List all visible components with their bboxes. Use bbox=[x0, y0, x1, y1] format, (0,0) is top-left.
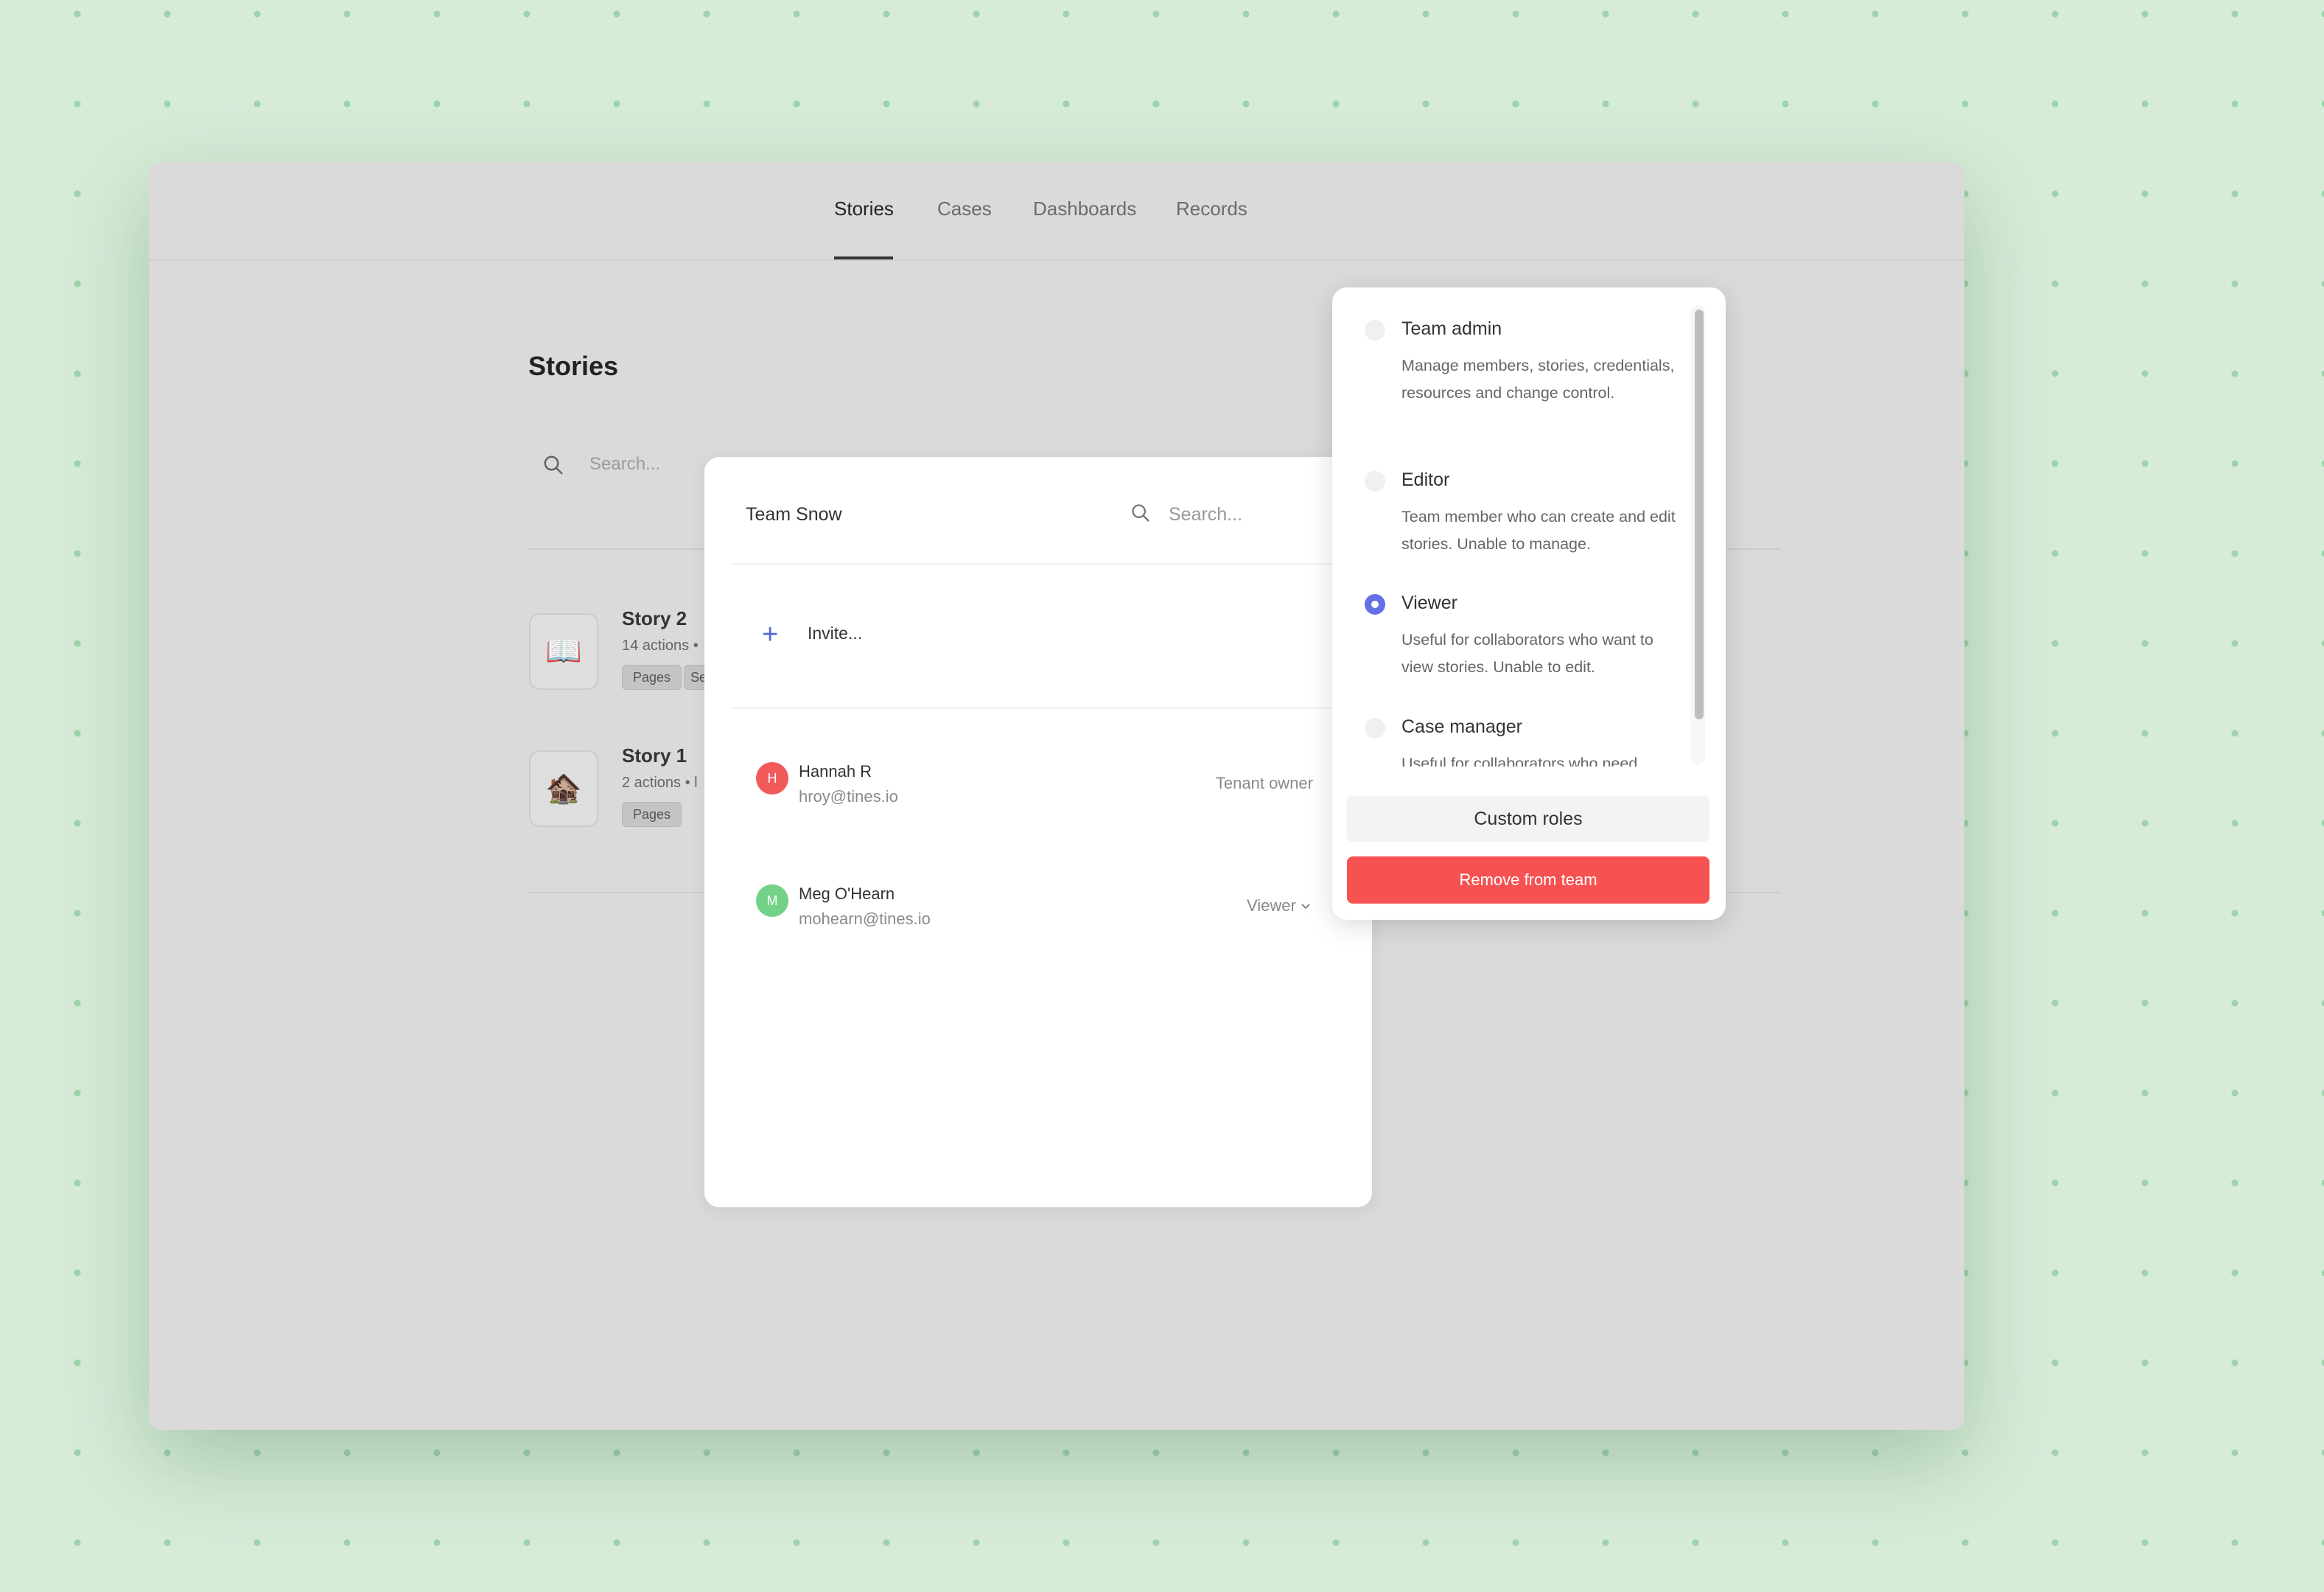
role-description: Useful for collaborators who need bbox=[1401, 755, 1638, 767]
search-icon bbox=[544, 455, 563, 475]
invite-button[interactable]: Invite... bbox=[808, 624, 862, 643]
search-icon bbox=[1132, 504, 1149, 522]
avatar: H bbox=[756, 762, 788, 795]
story-tag: Pages bbox=[622, 802, 682, 827]
member-search-input[interactable]: Search... bbox=[1169, 504, 1242, 526]
member-name: Meg O'Hearn bbox=[799, 884, 895, 903]
radio-button-selected[interactable] bbox=[1365, 594, 1385, 615]
radio-button[interactable] bbox=[1365, 718, 1385, 739]
avatar: M bbox=[756, 884, 788, 917]
radio-button[interactable] bbox=[1365, 471, 1385, 492]
plus-icon[interactable]: + bbox=[762, 621, 778, 649]
member-role-value: Viewer bbox=[1247, 896, 1296, 915]
chevron-down-icon bbox=[1301, 904, 1310, 910]
role-description: Manage members, stories, credentials, re… bbox=[1401, 357, 1675, 402]
radio-button[interactable] bbox=[1365, 320, 1385, 341]
remove-from-team-button[interactable]: Remove from team bbox=[1347, 856, 1709, 904]
divider bbox=[731, 563, 1345, 565]
divider bbox=[731, 708, 1345, 709]
member-role: Tenant owner bbox=[1215, 774, 1313, 792]
stories-search-input[interactable]: Search... bbox=[589, 454, 660, 475]
role-description: Team member who can create and edit stor… bbox=[1401, 508, 1676, 553]
member-role-dropdown[interactable]: Viewer bbox=[1247, 896, 1311, 915]
role-dropdown: Team admin Manage members, stories, cred… bbox=[1332, 287, 1726, 920]
team-name: Team Snow bbox=[746, 504, 842, 525]
role-name: Editor bbox=[1401, 469, 1450, 490]
tab-dashboards[interactable]: Dashboards bbox=[1033, 198, 1136, 220]
scrollbar-thumb[interactable] bbox=[1695, 310, 1704, 719]
member-name: Hannah R bbox=[799, 762, 872, 781]
team-members-modal: Team Snow Search... + Invite... H Hannah… bbox=[704, 457, 1372, 1207]
tab-cases[interactable]: Cases bbox=[937, 198, 992, 220]
role-list[interactable]: Team admin Manage members, stories, cred… bbox=[1332, 302, 1686, 767]
tab-stories[interactable]: Stories bbox=[834, 198, 894, 220]
role-name: Team admin bbox=[1401, 318, 1502, 339]
member-email: hroy@tines.io bbox=[799, 787, 898, 806]
role-name: Viewer bbox=[1401, 593, 1457, 613]
member-email: mohearn@tines.io bbox=[799, 910, 931, 928]
role-description: Useful for collaborators who want to vie… bbox=[1401, 631, 1653, 676]
story-meta: 2 actions • l bbox=[622, 775, 698, 791]
story-meta: 14 actions • bbox=[622, 638, 699, 654]
story-name[interactable]: Story 1 bbox=[622, 744, 687, 767]
story-name[interactable]: Story 2 bbox=[622, 607, 687, 630]
tab-records[interactable]: Records bbox=[1176, 198, 1247, 220]
story-icon: 🏚️ bbox=[529, 750, 598, 827]
story-tag: Pages bbox=[622, 665, 682, 690]
active-tab-indicator bbox=[834, 256, 893, 259]
story-icon: 📖 bbox=[529, 613, 598, 690]
role-name: Case manager bbox=[1401, 716, 1522, 737]
page-title: Stories bbox=[528, 351, 619, 381]
custom-roles-button[interactable]: Custom roles bbox=[1347, 796, 1709, 842]
top-navigation: Stories Cases Dashboards Records bbox=[149, 162, 1964, 261]
